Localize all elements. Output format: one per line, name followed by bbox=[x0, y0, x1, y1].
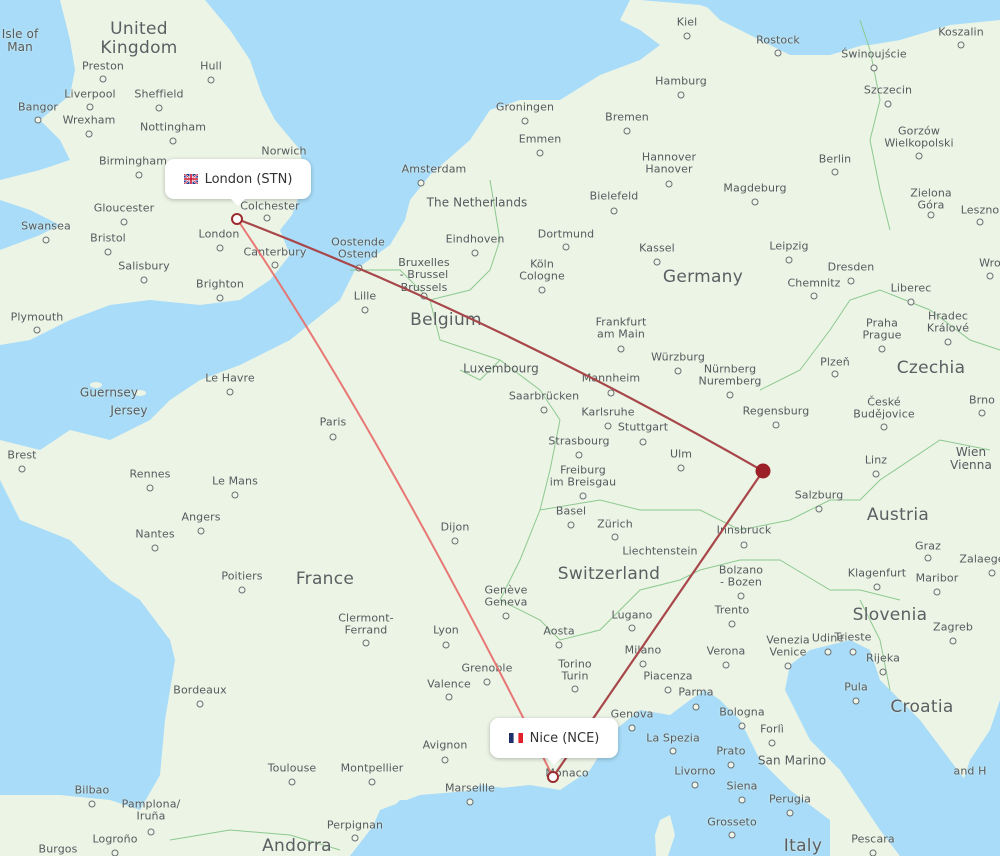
destination-airport-marker[interactable] bbox=[547, 771, 559, 783]
origin-label: London (STN) bbox=[204, 171, 293, 187]
origin-callout[interactable]: London (STN) bbox=[165, 159, 311, 206]
route-london-nice-direct[interactable] bbox=[236, 218, 554, 778]
route-map[interactable]: United Kingdom The Netherlands Belgium Germ… bbox=[0, 0, 1000, 856]
destination-label: Nice (NCE) bbox=[529, 730, 600, 746]
origin-airport-marker[interactable] bbox=[231, 213, 243, 225]
destination-callout[interactable]: Nice (NCE) bbox=[490, 718, 618, 765]
gb-flag-icon bbox=[183, 174, 198, 184]
stopover-marker-munich[interactable] bbox=[755, 463, 771, 479]
fr-flag-icon bbox=[508, 733, 523, 743]
route-london-munich[interactable] bbox=[236, 217, 764, 472]
